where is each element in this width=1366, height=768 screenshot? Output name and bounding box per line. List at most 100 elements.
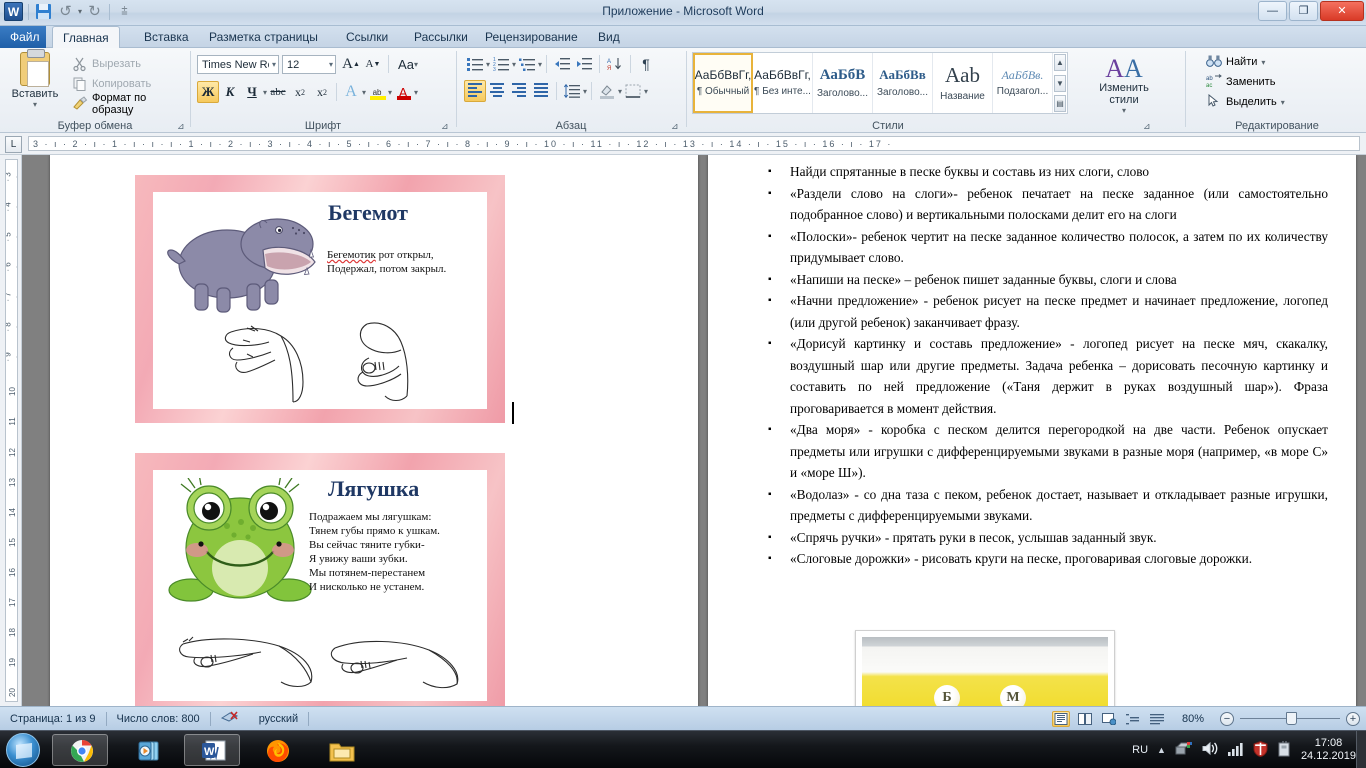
- change-case-button[interactable]: Aa ▾: [393, 53, 423, 75]
- clock[interactable]: 17:08 24.12.2019: [1301, 737, 1362, 763]
- zoom-in-button[interactable]: +: [1346, 711, 1360, 726]
- tab-stop-selector[interactable]: L: [5, 136, 22, 153]
- borders-dropdown-icon[interactable]: ▾: [644, 87, 648, 96]
- select-button[interactable]: Выделить ▾: [1206, 92, 1285, 112]
- paste-button[interactable]: Вставить ▾: [8, 49, 62, 109]
- language-indicator[interactable]: русский: [249, 710, 308, 728]
- style-item-normal[interactable]: АаБбВвГг, ¶ Обычный: [693, 53, 753, 113]
- vertical-ruler[interactable]: · 3 · · 4 · · 5 · · 6 · · 7 · · 8 · · 9 · · 10 …: [0, 155, 22, 706]
- paragraph-dialog-launcher[interactable]: ⊿: [671, 121, 681, 131]
- styles-dialog-launcher[interactable]: ⊿: [1143, 121, 1153, 131]
- word-count[interactable]: Число слов: 800: [107, 710, 210, 728]
- network-icon[interactable]: [1175, 741, 1193, 760]
- underline-button[interactable]: Ч: [241, 81, 263, 103]
- device-icon[interactable]: [1277, 740, 1292, 760]
- cut-button[interactable]: Вырезать: [72, 54, 190, 74]
- document-canvas[interactable]: Бегемот Бегемотик рот открыл, Подержал, п…: [22, 155, 1366, 706]
- tab-insert[interactable]: Вставка: [134, 26, 199, 48]
- shrink-font-button[interactable]: A ▼: [362, 53, 384, 75]
- line-spacing-icon[interactable]: [561, 80, 583, 102]
- paste-dropdown-icon[interactable]: ▾: [8, 100, 62, 109]
- page-indicator[interactable]: Страница: 1 из 9: [0, 710, 106, 728]
- taskbar-item-chrome[interactable]: [52, 734, 108, 766]
- multilevel-list-icon[interactable]: [516, 53, 538, 75]
- font-size-combo[interactable]: 12 ▾: [282, 55, 336, 74]
- print-layout-icon[interactable]: [1051, 710, 1070, 727]
- font-dialog-launcher[interactable]: ⊿: [441, 121, 451, 131]
- show-desktop-button[interactable]: [1356, 731, 1366, 768]
- copy-button[interactable]: Копировать: [72, 74, 190, 94]
- style-item-subtitle[interactable]: АаБбВв. Подзагол...: [993, 53, 1053, 113]
- subscript-button[interactable]: x2: [289, 81, 311, 103]
- superscript-button[interactable]: x2: [311, 81, 333, 103]
- styles-scroll-down-icon[interactable]: ▼: [1054, 74, 1066, 92]
- show-hidden-icons-icon[interactable]: ▲: [1157, 745, 1166, 755]
- volume-icon[interactable]: [1202, 741, 1219, 759]
- style-item-title[interactable]: Aab Название: [933, 53, 993, 113]
- clipboard-dialog-launcher[interactable]: ⊿: [177, 121, 187, 131]
- font-color-dropdown-icon[interactable]: ▾: [414, 88, 418, 97]
- change-styles-button[interactable]: AA Изменить стили ▾: [1093, 54, 1155, 115]
- styles-more-icon[interactable]: ▤: [1054, 95, 1066, 112]
- multilevel-dropdown-icon[interactable]: ▾: [538, 60, 542, 69]
- grow-font-button[interactable]: A ▲: [340, 53, 362, 75]
- close-button[interactable]: ✕: [1320, 1, 1364, 21]
- style-item-heading1[interactable]: АаБбВ Заголово...: [813, 53, 873, 113]
- bold-button[interactable]: Ж: [197, 81, 219, 103]
- zoom-out-button[interactable]: −: [1220, 711, 1234, 726]
- tab-references[interactable]: Ссылки: [336, 26, 398, 48]
- shading-icon[interactable]: [596, 80, 618, 102]
- horizontal-ruler[interactable]: L 3 · ı · 2 · ı · 1 · ı · ı · ı · 1 · ı …: [0, 133, 1366, 155]
- web-layout-icon[interactable]: [1100, 711, 1118, 727]
- security-shield-icon[interactable]: [1253, 740, 1268, 760]
- justify-icon[interactable]: [530, 80, 552, 102]
- signal-icon[interactable]: [1227, 742, 1244, 759]
- strikethrough-button[interactable]: abc: [267, 81, 289, 103]
- increase-indent-icon[interactable]: [573, 53, 595, 75]
- numbering-icon[interactable]: 123: [490, 53, 512, 75]
- zoom-level[interactable]: 80%: [1172, 710, 1214, 728]
- styles-scroll-up-icon[interactable]: ▲: [1054, 54, 1066, 71]
- tab-page-layout[interactable]: Разметка страницы: [199, 26, 328, 48]
- find-dropdown-icon[interactable]: ▾: [1261, 58, 1265, 67]
- tab-view[interactable]: Вид: [588, 26, 630, 48]
- taskbar-item-media-player[interactable]: [120, 734, 176, 766]
- borders-icon[interactable]: [622, 80, 644, 102]
- decrease-indent-icon[interactable]: [551, 53, 573, 75]
- outline-icon[interactable]: [1124, 711, 1142, 727]
- align-center-icon[interactable]: [486, 80, 508, 102]
- select-dropdown-icon[interactable]: ▾: [1281, 98, 1285, 107]
- maximize-button[interactable]: ❐: [1289, 1, 1318, 21]
- styles-gallery[interactable]: АаБбВвГг, ¶ Обычный АаБбВвГг, ¶ Без инте…: [692, 52, 1068, 114]
- change-styles-dropdown-icon[interactable]: ▾: [1093, 106, 1155, 115]
- start-orb-icon[interactable]: [6, 733, 40, 767]
- taskbar-item-word[interactable]: W: [184, 734, 240, 766]
- font-name-combo[interactable]: Times New Rc ▾: [197, 55, 279, 74]
- format-painter-button[interactable]: Формат по образцу: [72, 92, 190, 116]
- tab-file[interactable]: Файл: [0, 26, 46, 48]
- text-effects-button[interactable]: A: [340, 81, 362, 103]
- replace-button[interactable]: ab ac Заменить: [1206, 72, 1285, 92]
- find-button[interactable]: Найти ▾: [1206, 52, 1285, 72]
- align-right-icon[interactable]: [508, 80, 530, 102]
- full-screen-reading-icon[interactable]: [1076, 711, 1094, 727]
- minimize-button[interactable]: —: [1258, 1, 1287, 21]
- bullets-icon[interactable]: [464, 53, 486, 75]
- taskbar-item-explorer[interactable]: [312, 734, 368, 766]
- document-body-text[interactable]: ▪ Найди спрятанные в песке буквы и соста…: [768, 161, 1328, 570]
- italic-button[interactable]: К: [219, 81, 241, 103]
- draft-icon[interactable]: [1148, 711, 1166, 727]
- style-item-heading2[interactable]: АаБбВв Заголово...: [873, 53, 933, 113]
- align-left-icon[interactable]: [464, 80, 486, 102]
- proofing-status-icon[interactable]: [211, 710, 249, 728]
- zoom-slider[interactable]: [1240, 712, 1340, 725]
- styles-gallery-nav[interactable]: ▲ ▼ ▤: [1053, 53, 1067, 113]
- tab-mailings[interactable]: Рассылки: [404, 26, 478, 48]
- taskbar-item-firefox[interactable]: [248, 734, 304, 766]
- show-formatting-marks-icon[interactable]: ¶: [635, 53, 657, 75]
- style-item-no-spacing[interactable]: АаБбВвГг, ¶ Без инте...: [753, 53, 813, 113]
- tab-home[interactable]: Главная: [52, 26, 120, 48]
- language-indicator-tray[interactable]: RU: [1132, 744, 1148, 756]
- zoom-slider-handle[interactable]: [1286, 712, 1297, 725]
- font-color-button[interactable]: A: [392, 81, 414, 103]
